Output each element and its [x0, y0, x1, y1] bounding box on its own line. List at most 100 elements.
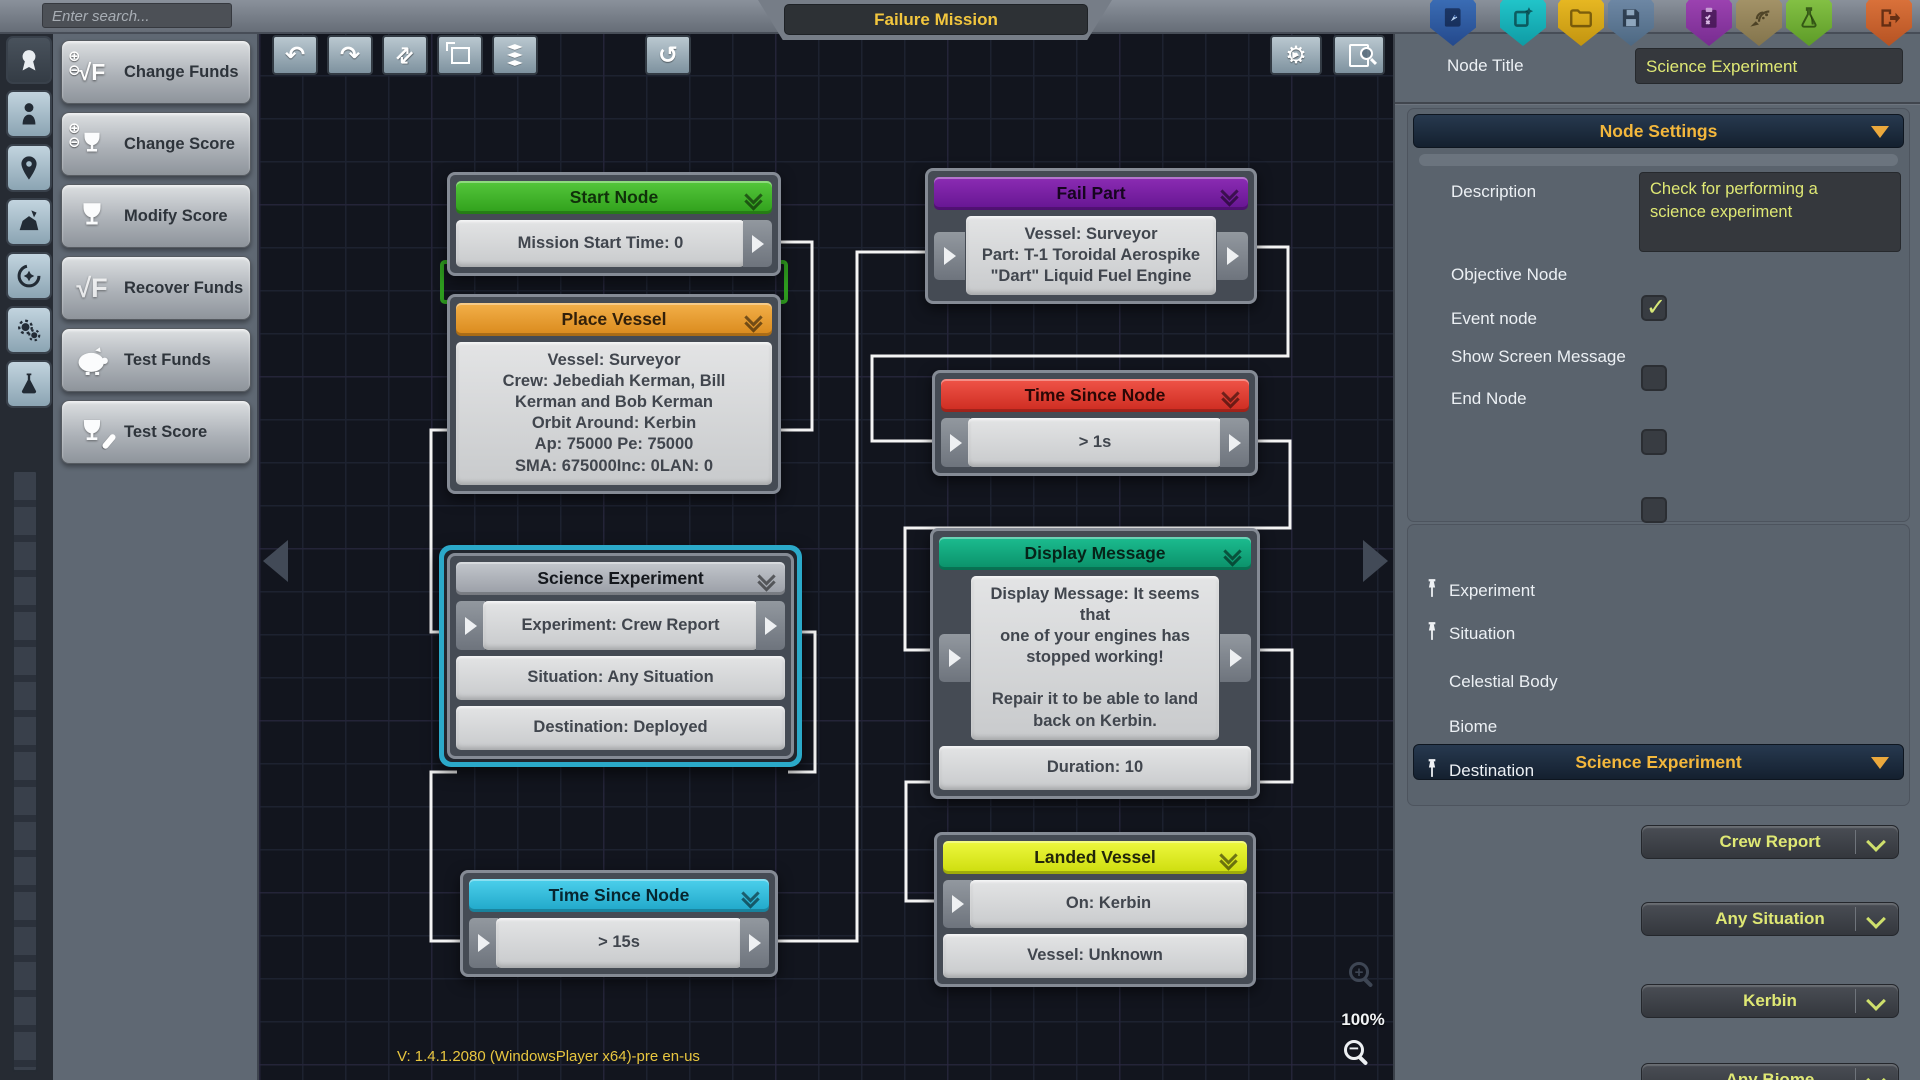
palette-item-recover-funds[interactable]: √F Recover Funds	[61, 256, 251, 320]
input-connector[interactable]	[939, 634, 970, 682]
node-start[interactable]: Start Node Mission Start Time: 0	[447, 172, 781, 276]
reset-view-button[interactable]: ↺	[645, 35, 691, 75]
sidebar-tab-locations[interactable]	[6, 144, 52, 192]
row-value[interactable]: > 15s	[496, 918, 742, 968]
layers-button[interactable]: ◆◆◆	[492, 35, 538, 75]
biome-dropdown[interactable]: Any Biome	[1641, 1063, 1899, 1080]
node-fail-part[interactable]: Fail Part Vessel: Surveyor Part: T-1 Tor…	[925, 168, 1257, 304]
node-body[interactable]: Display Message: It seems that one of yo…	[939, 576, 1251, 740]
node-header[interactable]: Time Since Node	[469, 879, 769, 912]
output-connector[interactable]	[1220, 418, 1249, 467]
output-connector[interactable]	[1217, 232, 1248, 280]
input-connector[interactable]	[934, 232, 965, 280]
collapse-left-panel-arrow[interactable]	[263, 540, 288, 582]
row-value[interactable]: > 1s	[968, 418, 1222, 467]
row-value[interactable]: Destination: Deployed	[456, 706, 785, 750]
node-header[interactable]: Fail Part	[934, 177, 1248, 210]
auto-arrange-button[interactable]: ⇄	[382, 35, 428, 75]
collapse-chevron-icon[interactable]	[1224, 387, 1237, 406]
node-row[interactable]: Experiment: Crew Report	[456, 601, 785, 650]
row-value[interactable]: Experiment: Crew Report	[483, 601, 758, 650]
output-connector[interactable]	[743, 220, 772, 267]
wire[interactable]	[431, 772, 463, 941]
palette-item-change-score[interactable]: ⊕⊖ Change Score	[61, 112, 251, 176]
input-connector[interactable]	[469, 918, 498, 968]
frame-view-button[interactable]	[437, 35, 483, 75]
node-body[interactable]: Vessel: Surveyor Part: T-1 Toroidal Aero…	[934, 216, 1248, 295]
collapse-chevron-icon[interactable]	[747, 311, 760, 330]
experiment-dropdown[interactable]: Crew Report	[1641, 825, 1899, 859]
node-row[interactable]: Situation: Any Situation	[456, 656, 785, 700]
redo-button[interactable]: ↷	[327, 35, 373, 75]
node-graph-canvas[interactable]: Start Node Mission Start Time: 0 Place V…	[259, 32, 1393, 1080]
output-connector[interactable]	[756, 601, 785, 650]
node-science-experiment[interactable]: Science Experiment Experiment: Crew Repo…	[447, 553, 794, 759]
pin-icon[interactable]	[1425, 758, 1439, 778]
node-row[interactable]: Mission Start Time: 0	[456, 220, 772, 267]
show-screen-message-checkbox[interactable]	[1641, 429, 1667, 455]
search-input[interactable]: Enter search...	[42, 3, 232, 28]
node-header[interactable]: Time Since Node	[941, 379, 1249, 412]
node-time-since-1s[interactable]: Time Since Node > 1s	[932, 370, 1258, 476]
row-value[interactable]: Mission Start Time: 0	[456, 220, 745, 267]
input-connector[interactable]	[941, 418, 970, 467]
sidebar-tab-systems[interactable]	[6, 306, 52, 354]
node-header[interactable]: Display Message	[939, 537, 1251, 570]
sidebar-tab-kerbals[interactable]	[6, 90, 52, 138]
node-landed-vessel[interactable]: Landed Vessel On: Kerbin Vessel: Unknown	[934, 832, 1256, 987]
preview-button[interactable]	[1333, 35, 1385, 75]
node-header[interactable]: Place Vessel	[456, 303, 772, 336]
pin-icon[interactable]	[1425, 621, 1439, 641]
node-display-message[interactable]: Display Message Display Message: It seem…	[930, 528, 1260, 799]
collapse-chevron-icon[interactable]	[747, 189, 760, 208]
node-header[interactable]: Start Node	[456, 181, 772, 214]
palette-item-test-score[interactable]: Test Score	[61, 400, 251, 464]
arrow-right-icon	[952, 895, 964, 913]
rail-scroll-track[interactable]	[12, 470, 38, 1072]
node-row[interactable]: Duration: 10	[939, 746, 1251, 790]
settings-button[interactable]: ⚙▶	[1270, 35, 1322, 75]
node-settings-header[interactable]: Node Settings	[1413, 114, 1904, 148]
collapse-chevron-icon[interactable]	[1226, 545, 1239, 564]
node-header[interactable]: Science Experiment	[456, 562, 785, 595]
node-row[interactable]: > 1s	[941, 418, 1249, 467]
input-connector[interactable]	[456, 601, 485, 650]
undo-button[interactable]: ↶	[272, 35, 318, 75]
palette-item-test-funds[interactable]: Test Funds	[61, 328, 251, 392]
palette-item-modify-score[interactable]: Modify Score	[61, 184, 251, 248]
situation-dropdown[interactable]: Any Situation	[1641, 902, 1899, 936]
node-title-input[interactable]: Science Experiment	[1635, 48, 1903, 84]
node-place-vessel[interactable]: Place Vessel Vessel: Surveyor Crew: Jebe…	[447, 294, 781, 494]
node-row[interactable]: Destination: Deployed	[456, 706, 785, 750]
description-textarea[interactable]: Check for performing a science experimen…	[1639, 172, 1901, 252]
objective-node-checkbox[interactable]	[1641, 295, 1667, 321]
collapse-chevron-icon[interactable]	[1222, 849, 1235, 868]
collapse-right-panel-arrow[interactable]	[1363, 540, 1388, 582]
collapse-chevron-icon[interactable]	[1223, 185, 1236, 204]
palette-item-change-funds[interactable]: ⊕⊖√F Change Funds	[61, 40, 251, 104]
event-node-checkbox[interactable]	[1641, 365, 1667, 391]
node-header[interactable]: Landed Vessel	[943, 841, 1247, 874]
sidebar-tab-experiments[interactable]	[6, 360, 52, 408]
row-value[interactable]: Vessel: Unknown	[943, 934, 1247, 978]
node-row[interactable]: > 15s	[469, 918, 769, 968]
mission-title[interactable]: Failure Mission	[784, 4, 1088, 35]
row-value[interactable]: Duration: 10	[939, 746, 1251, 790]
node-row[interactable]: Vessel: Unknown	[943, 934, 1247, 978]
node-row[interactable]: On: Kerbin	[943, 880, 1247, 928]
sidebar-tab-awards[interactable]	[6, 36, 52, 84]
celestial-body-dropdown[interactable]: Kerbin	[1641, 984, 1899, 1018]
output-connector[interactable]	[1220, 634, 1251, 682]
collapse-chevron-icon[interactable]	[744, 887, 757, 906]
row-value[interactable]: Situation: Any Situation	[456, 656, 785, 700]
pin-icon[interactable]	[1425, 578, 1439, 598]
sidebar-tab-orbits[interactable]	[6, 252, 52, 300]
sidebar-tab-science[interactable]	[6, 198, 52, 246]
node-time-since-15s[interactable]: Time Since Node > 15s	[460, 870, 778, 977]
output-connector[interactable]	[740, 918, 769, 968]
input-connector[interactable]	[943, 880, 972, 928]
row-value[interactable]: On: Kerbin	[970, 880, 1247, 928]
collapse-chevron-icon[interactable]	[760, 570, 773, 589]
end-node-checkbox[interactable]	[1641, 497, 1667, 523]
node-body[interactable]: Vessel: Surveyor Crew: Jebediah Kerman, …	[456, 342, 772, 485]
